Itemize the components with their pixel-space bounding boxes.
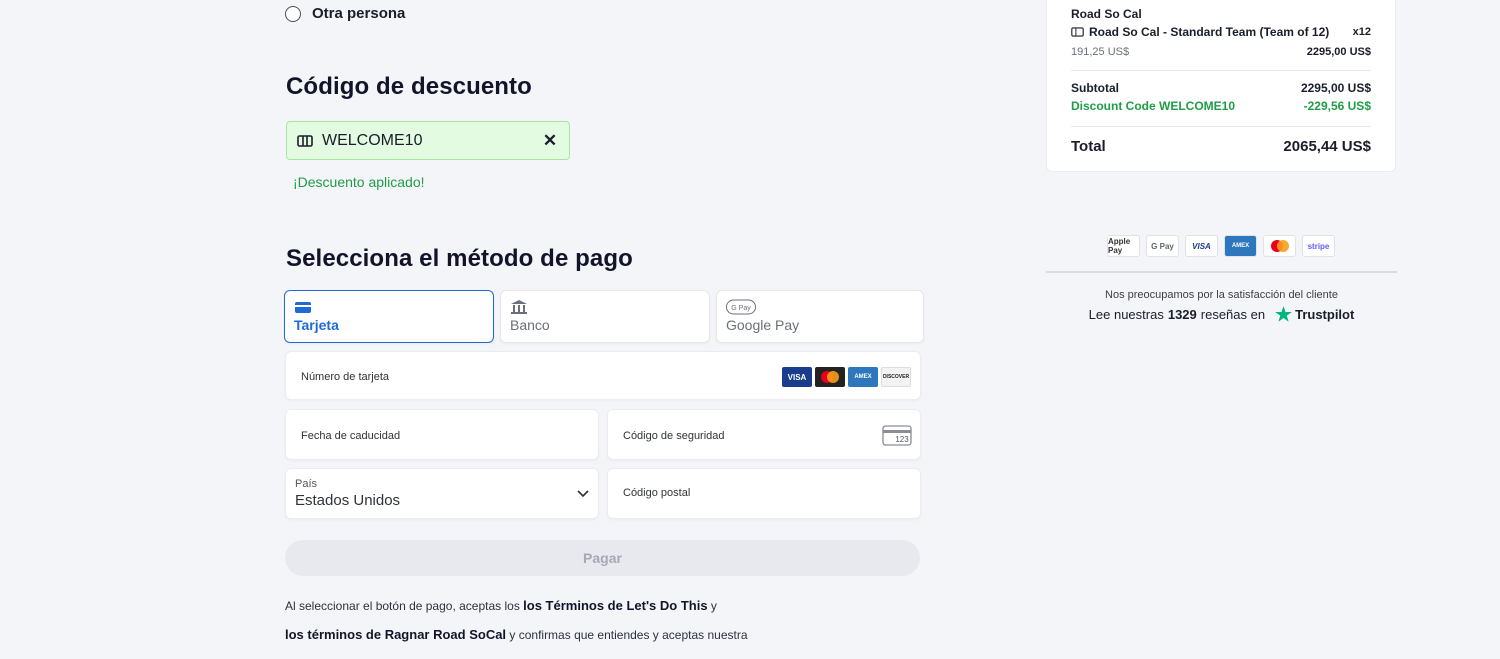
credit-card-icon	[295, 302, 311, 313]
legal-text-1-post: y	[707, 599, 717, 613]
legal-line-2: los términos de Ragnar Road SoCal y conf…	[285, 627, 748, 642]
discount-applied-message: ¡Descuento aplicado!	[293, 174, 425, 190]
reviews-pre: Lee nuestras	[1088, 306, 1164, 322]
reviews-count: 1329	[1167, 306, 1197, 322]
tab-card-label: Tarjeta	[294, 317, 339, 333]
reviews-post: reseñas en	[1200, 306, 1266, 322]
total-value: 2065,44 US$	[1283, 138, 1371, 155]
stripe-icon: stripe	[1302, 235, 1335, 257]
discover-icon: DISCOVER	[881, 367, 911, 387]
pay-button[interactable]: Pagar	[285, 540, 920, 576]
legal-text-2-post: y confirmas que entiendes y aceptas nues…	[506, 628, 748, 642]
subtotal-label: Subtotal	[1071, 81, 1119, 95]
tab-bank[interactable]: Banco	[500, 290, 710, 343]
discount-label: Discount Code WELCOME10	[1071, 99, 1236, 113]
section-divider	[1046, 271, 1397, 273]
subtotal-value: 2295,00 US$	[1300, 81, 1371, 95]
lets-do-this-terms-link[interactable]: los Términos de Let's Do This	[523, 598, 707, 613]
card-number-label: Número de tarjeta	[301, 371, 390, 383]
visa-icon: VISA	[1185, 235, 1218, 257]
postal-code-label: Código postal	[623, 487, 691, 499]
visa-icon: VISA	[782, 367, 812, 387]
tab-card[interactable]: Tarjeta	[284, 290, 494, 343]
summary-line-total: 2295,00 US$	[1306, 46, 1371, 58]
summary-item-price: 191,25 US$ 2295,00 US$	[1071, 46, 1371, 58]
cvc-card-icon: 123	[882, 425, 912, 446]
google-pay-icon: G Pay	[1146, 235, 1179, 257]
expiry-date-label: Fecha de caducidad	[301, 430, 401, 442]
security-code-label: Código de seguridad	[623, 430, 725, 442]
summary-subtotal: Subtotal 2295,00 US$	[1071, 81, 1371, 95]
other-person-radio[interactable]	[285, 5, 301, 22]
card-brand-logos: VISA AMEX DISCOVER	[782, 367, 911, 387]
svg-text:123: 123	[895, 435, 909, 444]
summary-event: Road So Cal	[1071, 7, 1371, 21]
bank-icon	[511, 300, 527, 314]
tab-google-pay[interactable]: G Pay Google Pay	[716, 290, 924, 343]
country-select[interactable]: País Estados Unidos	[285, 468, 599, 519]
expiry-date-input[interactable]: Fecha de caducidad	[285, 409, 599, 460]
tab-google-pay-label: Google Pay	[726, 317, 800, 333]
total-label: Total	[1071, 138, 1106, 155]
summary-item-name: Road So Cal - Standard Team (Team of 12)	[1089, 25, 1330, 39]
summary-divider	[1071, 70, 1371, 71]
star-icon	[1275, 306, 1292, 322]
legal-text-1: Al seleccionar el botón de pago, aceptas…	[285, 599, 524, 613]
customer-care-text: Nos preocupamos por la satisfacción del …	[1105, 289, 1338, 301]
discount-code-value: WELCOME10	[322, 131, 423, 149]
amex-icon: AMEX	[848, 367, 878, 387]
mastercard-icon	[1263, 235, 1296, 257]
trustpilot-brand: Trustpilot	[1295, 306, 1355, 322]
card-number-input[interactable]: Número de tarjeta VISA AMEX DISCOVER	[285, 351, 921, 400]
mastercard-icon	[815, 367, 845, 387]
country-value: Estados Unidos	[295, 492, 401, 509]
summary-event-name: Road So Cal	[1071, 7, 1142, 21]
order-summary: Road So Cal Road So Cal - Standard Team …	[1046, 0, 1396, 172]
other-person-option[interactable]: Otra persona	[285, 5, 405, 22]
amex-icon: AMEX	[1224, 235, 1257, 257]
ragnar-terms-link[interactable]: los términos de Ragnar Road SoCal	[285, 627, 506, 642]
discount-heading: Código de descuento	[286, 73, 532, 100]
legal-line-1: Al seleccionar el botón de pago, aceptas…	[285, 598, 717, 613]
summary-total: Total 2065,44 US$	[1071, 138, 1371, 155]
accepted-payment-logos: Apple Pay G Pay VISA AMEX stripe	[1107, 235, 1335, 257]
google-pay-icon: G Pay	[726, 299, 756, 315]
ticket-icon	[1071, 27, 1084, 37]
svg-text:G Pay: G Pay	[731, 305, 751, 312]
trustpilot-logo: Trustpilot	[1275, 306, 1354, 322]
summary-unit-price: 191,25 US$	[1071, 46, 1130, 58]
payment-method-tabs: Tarjeta Banco G Pay Google Pay	[284, 290, 924, 343]
other-person-label: Otra persona	[312, 5, 406, 22]
summary-item: Road So Cal - Standard Team (Team of 12)…	[1071, 25, 1371, 39]
summary-divider	[1071, 126, 1371, 127]
apple-pay-icon: Apple Pay	[1107, 235, 1140, 257]
payment-heading: Selecciona el método de pago	[286, 245, 633, 272]
remove-discount-button[interactable]: ✕	[541, 131, 559, 151]
chevron-down-icon	[577, 490, 589, 498]
summary-item-qty: x12	[1352, 26, 1371, 38]
ticket-icon	[297, 134, 313, 147]
discount-value: -229,56 US$	[1303, 99, 1371, 113]
country-label: País	[295, 478, 318, 490]
security-code-input[interactable]: Código de seguridad 123	[607, 409, 921, 460]
discount-code-field[interactable]: WELCOME10 ✕	[286, 121, 570, 160]
summary-discount: Discount Code WELCOME10 -229,56 US$	[1071, 99, 1371, 113]
tab-bank-label: Banco	[510, 317, 550, 333]
postal-code-input[interactable]: Código postal	[607, 468, 921, 519]
trustpilot-reviews[interactable]: Lee nuestras 1329 reseñas en Trustpilot	[1046, 306, 1397, 322]
